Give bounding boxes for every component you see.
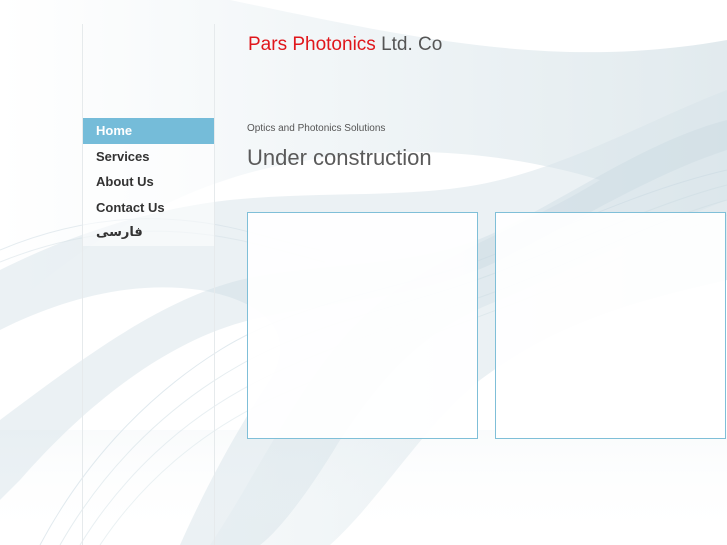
content-panel-left <box>247 212 478 439</box>
main-nav: Home Services About Us Contact Us فارسی <box>83 118 214 246</box>
nav-item-farsi[interactable]: فارسی <box>83 220 214 246</box>
content-panel-right <box>495 212 726 439</box>
site-title: Pars Photonics Ltd. Co <box>248 33 442 57</box>
page: Pars Photonics Ltd. Co Home Services Abo… <box>0 0 727 545</box>
nav-item-services[interactable]: Services <box>83 143 214 169</box>
brand-name: Pars Photonics <box>248 34 376 55</box>
tagline: Optics and Photonics Solutions <box>247 123 386 134</box>
left-column-divider <box>82 24 83 545</box>
page-heading: Under construction <box>247 145 432 170</box>
company-suffix: Ltd. Co <box>381 34 443 55</box>
nav-item-contact-us[interactable]: Contact Us <box>83 194 214 220</box>
nav-item-home[interactable]: Home <box>83 118 214 144</box>
nav-item-about-us[interactable]: About Us <box>83 169 214 195</box>
right-column-divider <box>214 24 215 545</box>
